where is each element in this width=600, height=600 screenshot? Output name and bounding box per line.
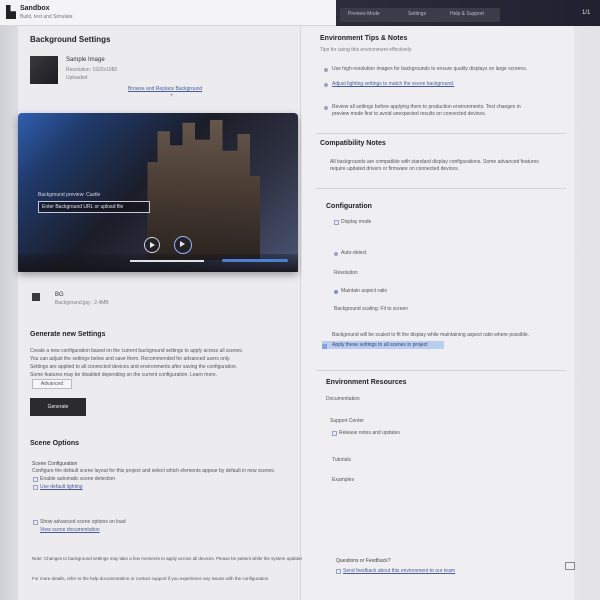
next-icon[interactable] [174, 236, 192, 254]
auto-detect-option: Auto-detect [341, 250, 367, 256]
generate-settings-title: Generate new Settings [30, 331, 106, 338]
resources-title: Environment Resources [326, 379, 407, 386]
scaling-option: Background scaling: Fit to screen [334, 306, 408, 312]
display-mode-checkbox[interactable] [334, 220, 339, 225]
thumb-title: Sample Image [66, 57, 105, 63]
auto-detect-checkbox[interactable] [33, 477, 38, 482]
scene-config-desc: Configure the default scene layout for t… [32, 468, 276, 474]
configuration-title: Configuration [326, 203, 372, 210]
thumb-resolution: Resolution: 1920x1080 [66, 67, 118, 73]
radio-auto-detect[interactable] [334, 252, 338, 256]
background-thumbnail[interactable] [30, 56, 58, 84]
replace-background-link[interactable]: Browse and Replace Background [128, 86, 202, 92]
tips-title: Environment Tips & Notes [320, 35, 408, 42]
left-title: Background Settings [30, 35, 111, 44]
release-notes-checkbox[interactable] [332, 431, 337, 436]
generate-desc-line-2: You can adjust the settings below and sa… [30, 356, 231, 362]
apply-all-checkbox[interactable] [322, 344, 327, 349]
generate-button[interactable]: Generate [30, 398, 86, 416]
external-link-icon[interactable] [565, 562, 575, 570]
player-controls-bar [18, 254, 298, 272]
chevron-down-icon[interactable]: + [170, 93, 174, 99]
resource-tutorials[interactable]: Tutorials [332, 457, 351, 463]
tips-subtitle: Tips for using this environment effectiv… [320, 47, 412, 53]
scaling-note: Background will be scaled to fit the dis… [332, 332, 530, 338]
compat-title: Compatibility Notes [320, 140, 386, 147]
divider [316, 370, 566, 371]
top-nav-preview[interactable]: Preview Mode [348, 11, 380, 17]
scene-docs-link[interactable]: View scene documentation [40, 527, 100, 533]
generate-desc-line-1: Create a new configuration based on the … [30, 348, 244, 354]
scene-config-label: Scene Configuration [32, 461, 78, 467]
top-nav-help[interactable]: Help & Support [450, 11, 484, 17]
resource-release-notes[interactable]: Release notes and updates [339, 430, 400, 436]
top-nav-settings[interactable]: Settings [408, 11, 426, 17]
apply-all-label[interactable]: Apply these settings to all scenes in pr… [332, 342, 428, 348]
tip-3: Review all settings before applying them… [332, 104, 521, 117]
file-info: Background.jpg - 2.4MB [55, 300, 109, 306]
resource-docs[interactable]: Documentation [326, 396, 360, 402]
divider [316, 188, 566, 189]
progress-track[interactable] [130, 260, 204, 262]
footer-note-1: Note: Changes to background settings may… [32, 556, 304, 561]
generate-desc-line-4: Some features may be disabled depending … [30, 372, 218, 378]
scene-options-title: Scene Options [30, 440, 80, 447]
top-bar [0, 0, 336, 26]
resource-support[interactable]: Support Center [330, 418, 364, 424]
advanced-scene-label: Show advanced scene options on load [40, 519, 126, 525]
page-counter: 1/1 [582, 10, 591, 16]
auto-detect-label: Enable automatic scene detection [40, 476, 116, 482]
app-title: Sandbox [20, 5, 50, 12]
play-icon[interactable] [144, 237, 160, 253]
volume-slider[interactable] [222, 259, 288, 262]
app-subtitle: Build, test and Simulate [20, 14, 73, 20]
advanced-chip[interactable]: Advanced [32, 379, 72, 389]
compat-text: All backgrounds are compatible with stan… [330, 159, 539, 172]
file-icon [32, 293, 40, 301]
preview-caption: Background preview: Castle [38, 192, 101, 198]
aspect-ratio-option: Maintain aspect ratio [341, 288, 388, 294]
castle-image [147, 120, 260, 260]
bullet-icon [324, 106, 328, 110]
tip-2[interactable]: Adjust lighting settings to match the sc… [332, 81, 454, 87]
bullet-icon [324, 68, 328, 72]
footer-note-2: For more details, refer to the help docu… [32, 576, 270, 581]
bullet-icon [324, 83, 328, 87]
resolution-label: Resolution [334, 270, 358, 276]
background-url-input[interactable]: Enter Background URL or upload file [38, 201, 150, 213]
tip-1: Use high-resolution images for backgroun… [332, 66, 528, 72]
divider [316, 133, 566, 134]
thumb-status: Uploaded [66, 75, 88, 81]
display-mode-label: Display mode [341, 219, 372, 225]
default-lighting-checkbox[interactable] [33, 485, 38, 490]
feedback-title: Questions or Feedback? [336, 558, 391, 564]
file-label: BG [55, 292, 64, 298]
default-lighting-label[interactable]: Use default lighting [40, 484, 83, 490]
radio-aspect-ratio[interactable] [334, 290, 338, 294]
resource-examples[interactable]: Examples [332, 477, 354, 483]
generate-desc-line-3: Settings are applied to all connected de… [30, 364, 238, 370]
feedback-link[interactable]: Send feedback about this environment to … [343, 568, 455, 574]
feedback-icon [336, 569, 341, 574]
advanced-scene-checkbox[interactable] [33, 520, 38, 525]
